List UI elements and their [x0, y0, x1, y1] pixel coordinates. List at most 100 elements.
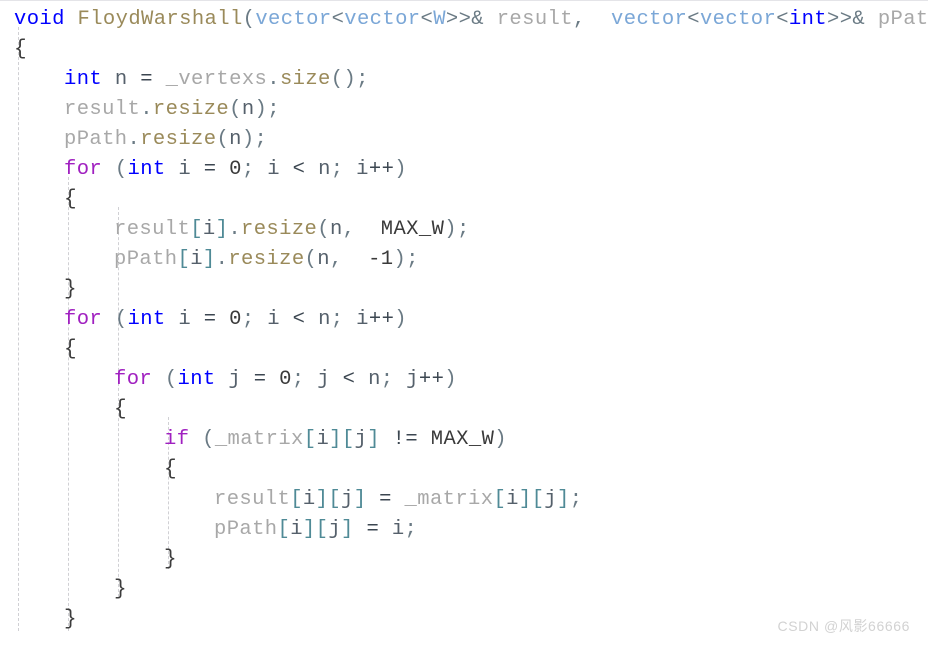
- code-token-punct: [152, 368, 165, 391]
- code-token-punct: ;: [380, 368, 394, 391]
- code-line: }: [0, 545, 928, 575]
- code-token-var: i: [356, 308, 369, 331]
- code-token-punct: ;: [406, 248, 419, 271]
- code-token-brack: [: [190, 218, 203, 241]
- code-token-punct: ,: [329, 248, 343, 271]
- code-token-punct: [241, 368, 254, 391]
- code-token-punct: [379, 518, 392, 541]
- code-token-id: result: [214, 488, 291, 511]
- code-token-const: 0: [229, 308, 242, 331]
- code-token-fn: resize: [140, 128, 217, 151]
- code-token-punct: (: [216, 128, 230, 151]
- code-token-punct: ;: [254, 128, 268, 151]
- code-token-punct: <: [776, 8, 789, 31]
- code-token-type: vector: [255, 8, 332, 31]
- code-line: for (int j = 0; j < n; j++): [0, 365, 928, 395]
- code-token-fn: resize: [241, 218, 318, 241]
- code-token-punct: ,: [572, 8, 586, 31]
- code-token-op: <: [292, 308, 306, 331]
- code-token-id: _matrix: [404, 488, 494, 511]
- code-token-punct: [380, 428, 393, 451]
- code-token-const: MAX_W: [380, 218, 445, 241]
- code-token-punct: ;: [456, 218, 470, 241]
- code-token-var: i: [506, 488, 519, 511]
- code-token-brack: ]: [315, 488, 329, 511]
- code-token-brace: }: [64, 608, 78, 631]
- code-token-punct: .: [267, 68, 280, 91]
- code-token-punct: ): [444, 218, 457, 241]
- code-token-punct: [153, 68, 166, 91]
- code-token-id: pPath: [114, 248, 178, 271]
- code-token-brack: [: [315, 518, 329, 541]
- code-token-punct: [255, 158, 268, 181]
- code-token-punct: >>&: [827, 8, 866, 31]
- code-token-punct: ;: [330, 308, 344, 331]
- code-line: if (_matrix[i][j] != MAX_W): [0, 425, 928, 455]
- code-token-punct: [865, 8, 878, 31]
- code-token-punct: (: [164, 368, 178, 391]
- code-token-var: i: [290, 518, 303, 541]
- code-token-var: i: [316, 428, 330, 451]
- code-token-punct: .: [215, 248, 229, 271]
- code-token-punct: [355, 368, 368, 391]
- code-token-punct: [255, 308, 268, 331]
- code-token-punct: ): [444, 368, 457, 391]
- code-token-id: pPath: [877, 8, 928, 31]
- code-token-var: n: [317, 248, 330, 271]
- code-token-id: pPath: [64, 128, 128, 151]
- code-token-brack: ]: [302, 518, 316, 541]
- code-token-brace: }: [64, 278, 78, 301]
- code-token-brack: ]: [353, 488, 367, 511]
- code-token-punct: [343, 308, 356, 331]
- code-block[interactable]: void FloydWarshall(vector<vector<W>>& re…: [0, 1, 928, 635]
- code-token-var: n: [318, 308, 331, 331]
- code-token-var: j: [341, 488, 354, 511]
- code-token-var: i: [178, 308, 192, 331]
- code-token-brack: ]: [341, 518, 354, 541]
- code-token-id: _vertexs: [165, 68, 268, 91]
- code-token-var: n: [114, 68, 128, 91]
- code-token-punct: ): [494, 428, 507, 451]
- code-token-punct: ;: [241, 308, 255, 331]
- code-token-punct: [189, 428, 202, 451]
- code-token-brace: {: [114, 398, 128, 421]
- code-token-punct: ): [393, 248, 407, 271]
- code-token-var: n: [368, 368, 381, 391]
- code-token-var: n: [329, 218, 343, 241]
- code-token-brace: {: [164, 458, 178, 481]
- code-token-var: j: [317, 368, 330, 391]
- code-token-op: =: [140, 68, 153, 91]
- code-token-brace: {: [64, 188, 78, 211]
- code-token-punct: [128, 68, 141, 91]
- code-line: result.resize(n);: [0, 95, 928, 125]
- code-token-punct: [355, 218, 380, 241]
- code-token-punct: (: [304, 248, 318, 271]
- code-token-brack: [: [531, 488, 545, 511]
- code-token-op: ++: [368, 308, 395, 331]
- code-token-punct: [305, 308, 318, 331]
- code-token-punct: <: [331, 8, 345, 31]
- code-token-fn: FloydWarshall: [77, 8, 243, 31]
- code-token-punct: ;: [241, 158, 255, 181]
- code-token-punct: (: [114, 308, 128, 331]
- code-token-ctrl: for: [64, 308, 103, 331]
- code-token-ctrl: if: [164, 428, 190, 451]
- code-token-var: n: [229, 128, 242, 151]
- code-line: {: [0, 455, 928, 485]
- code-token-punct: ): [394, 308, 407, 331]
- code-token-punct: [102, 308, 115, 331]
- code-token-type: vector: [344, 8, 421, 31]
- code-token-var: i: [190, 248, 203, 271]
- code-token-punct: [65, 8, 78, 31]
- code-token-punct: [102, 158, 115, 181]
- code-line: }: [0, 275, 928, 305]
- code-token-type: W: [433, 8, 446, 31]
- code-token-op: ++: [368, 158, 395, 181]
- code-token-brack: [: [177, 248, 191, 271]
- code-token-punct: [102, 68, 115, 91]
- code-token-var: i: [302, 488, 316, 511]
- code-token-op: !=: [392, 428, 419, 451]
- code-token-punct: [166, 158, 179, 181]
- code-token-var: j: [354, 428, 368, 451]
- code-token-punct: (: [317, 218, 330, 241]
